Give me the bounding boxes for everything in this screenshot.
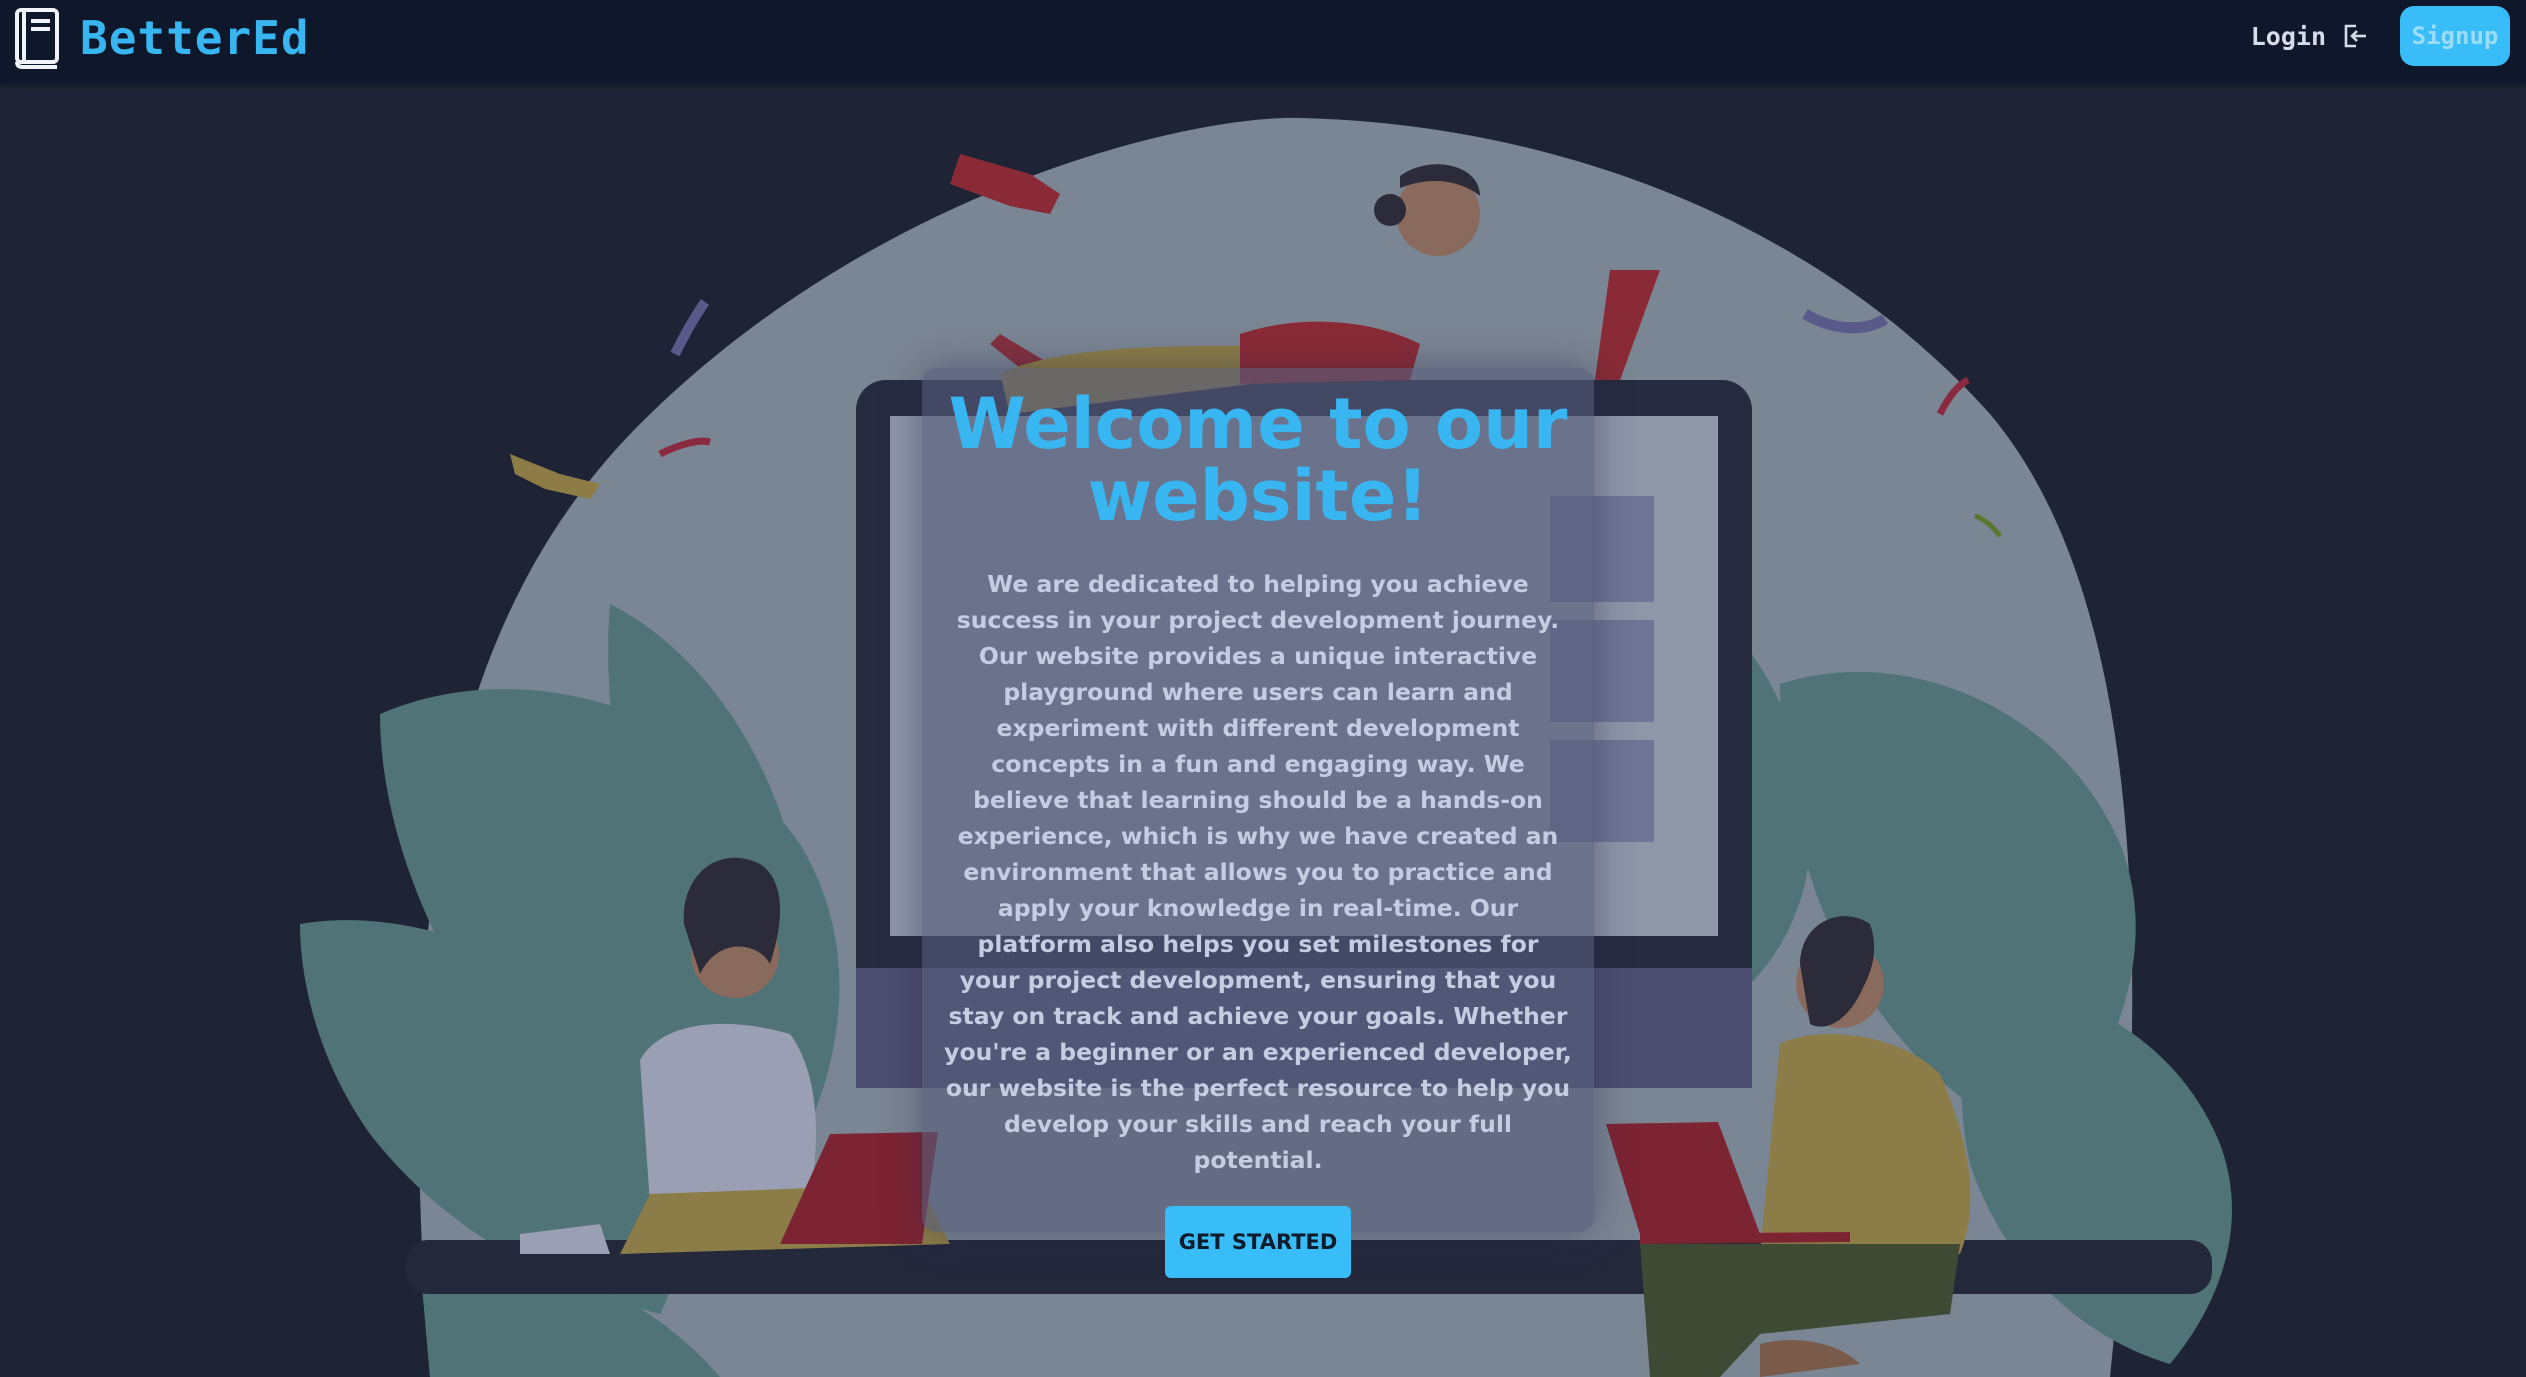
get-started-button[interactable]: GET STARTED: [1165, 1206, 1351, 1278]
book-icon: [15, 8, 59, 69]
hero-section: Welcome to our website! We are dedicated…: [0, 84, 2526, 1377]
sign-in-icon: [2344, 24, 2366, 48]
welcome-card: Welcome to our website! We are dedicated…: [922, 368, 1594, 1278]
login-label: Login: [2250, 21, 2326, 51]
top-navbar: BetterEd Login Signup: [0, 0, 2526, 84]
nav-actions: Login Signup: [2251, 6, 2510, 66]
login-link[interactable]: Login: [2251, 22, 2368, 51]
welcome-description: We are dedicated to helping you achieve …: [944, 570, 1572, 1174]
brand[interactable]: BetterEd: [14, 6, 310, 70]
signup-button[interactable]: Signup: [2400, 6, 2510, 66]
welcome-title: Welcome to our website!: [948, 383, 1568, 537]
brand-name: BetterEd: [80, 11, 310, 65]
